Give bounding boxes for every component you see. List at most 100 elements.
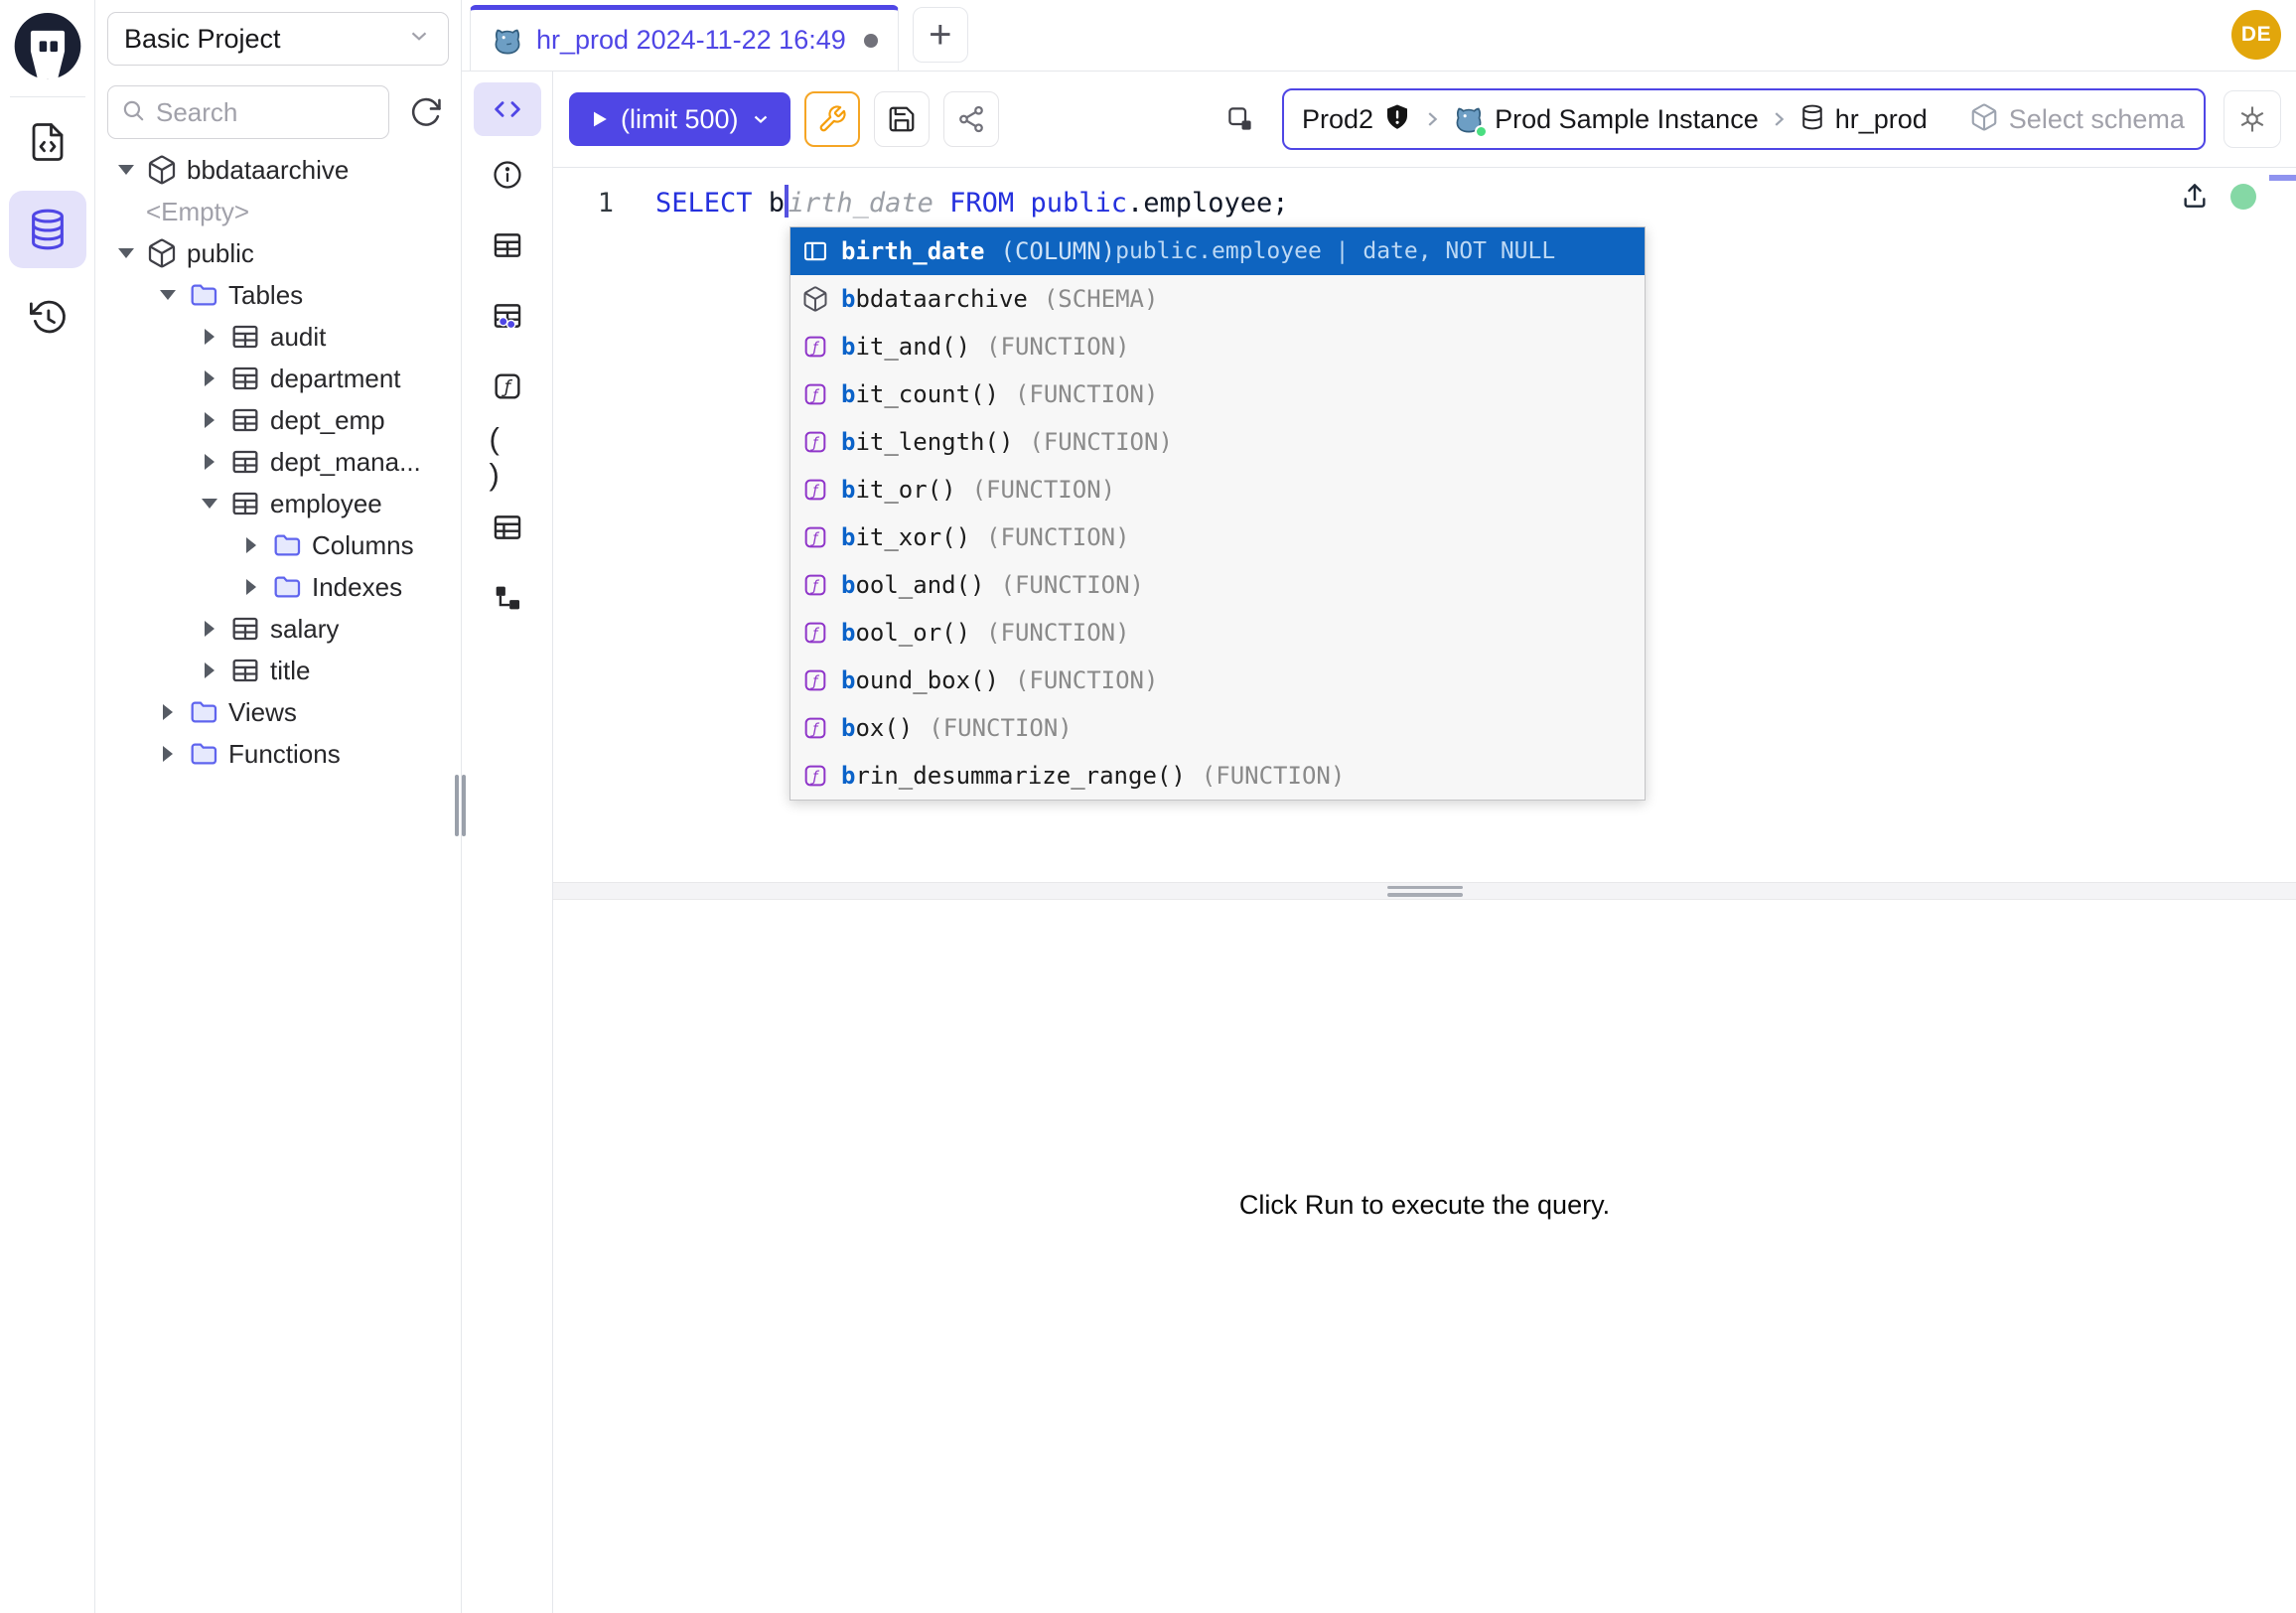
caret-down-icon[interactable] bbox=[115, 165, 137, 175]
chevron-down-icon[interactable] bbox=[749, 107, 773, 131]
tree-item-dept-emp[interactable]: dept_emp bbox=[95, 399, 461, 441]
suggestion-name: bound_box() bbox=[841, 666, 999, 694]
upload-icon[interactable] bbox=[2179, 180, 2211, 212]
tree-item-audit[interactable]: audit bbox=[95, 316, 461, 358]
results-panel: Click Run to execute the query. bbox=[553, 900, 2296, 1613]
suggestion-kind: (FUNCTION) bbox=[986, 333, 1130, 361]
suggestion-bit_length[interactable]: ƒ bit_length() (FUNCTION) bbox=[790, 418, 1645, 466]
results-resize-divider[interactable] bbox=[553, 882, 2296, 900]
caret-right-icon[interactable] bbox=[199, 621, 220, 637]
connection-button[interactable] bbox=[1213, 91, 1268, 147]
caret-right-icon[interactable] bbox=[157, 704, 179, 720]
suggestion-bool_and[interactable]: ƒbool_and()(FUNCTION) bbox=[790, 561, 1645, 609]
caret-right-icon[interactable] bbox=[240, 579, 262, 595]
suggestion-brin_desummarize_range[interactable]: ƒbrin_desummarize_range()(FUNCTION) bbox=[790, 752, 1645, 800]
box-icon bbox=[146, 154, 178, 186]
caret-down-icon[interactable] bbox=[157, 290, 179, 300]
caret-right-icon[interactable] bbox=[240, 537, 262, 553]
wrench-icon bbox=[817, 104, 847, 134]
resize-handle[interactable] bbox=[1387, 886, 1463, 897]
tree-item-indexes[interactable]: Indexes bbox=[95, 566, 461, 608]
database-nav-active[interactable] bbox=[9, 191, 86, 268]
share-button[interactable] bbox=[943, 91, 999, 147]
box-icon bbox=[800, 284, 830, 314]
caret-right-icon[interactable] bbox=[199, 329, 220, 345]
format-wrench-button[interactable] bbox=[804, 91, 860, 147]
tree-item-public[interactable]: public bbox=[95, 232, 461, 274]
run-button-label: (limit 500) bbox=[621, 104, 739, 135]
panel-resize-handle[interactable] bbox=[455, 775, 466, 836]
caret-down-icon[interactable] bbox=[199, 499, 220, 509]
tree-item-tables[interactable]: Tables bbox=[95, 274, 461, 316]
suggestion-kind: (FUNCTION) bbox=[986, 619, 1130, 647]
save-button[interactable] bbox=[874, 91, 930, 147]
sql-editor[interactable]: 1 SELECT birth_date FROM public.employee… bbox=[553, 168, 2296, 882]
tree-item-dept-mana-[interactable]: dept_mana... bbox=[95, 441, 461, 483]
caret-down-icon[interactable] bbox=[115, 248, 137, 258]
tree-item--empty-[interactable]: <Empty> bbox=[95, 191, 461, 232]
caret-right-icon[interactable] bbox=[199, 662, 220, 678]
suggestion-kind: (FUNCTION) bbox=[929, 714, 1073, 742]
svg-text:ƒ: ƒ bbox=[809, 768, 819, 785]
search-box[interactable] bbox=[107, 85, 389, 139]
suggestion-birth_date[interactable]: birth_date(COLUMN)public.employee | date… bbox=[790, 227, 1645, 275]
suggestion-bound_box[interactable]: ƒbound_box()(FUNCTION) bbox=[790, 657, 1645, 704]
tree-item-bbdataarchive[interactable]: bbdataarchive bbox=[95, 149, 461, 191]
tree-item-label: public bbox=[187, 238, 254, 269]
suggestion-bit_count[interactable]: ƒbit_count()(FUNCTION) bbox=[790, 370, 1645, 418]
results-placeholder: Click Run to execute the query. bbox=[1239, 1190, 1610, 1221]
shield-icon bbox=[1382, 102, 1412, 137]
tree-item-employee[interactable]: employee bbox=[95, 483, 461, 524]
function-icon: ƒ bbox=[800, 618, 830, 648]
tree-item-title[interactable]: title bbox=[95, 650, 461, 691]
info-icon[interactable] bbox=[490, 157, 525, 193]
table-icon[interactable] bbox=[490, 227, 525, 263]
refresh-icon[interactable] bbox=[403, 89, 449, 135]
tree-item-department[interactable]: department bbox=[95, 358, 461, 399]
suggestion-kind: (FUNCTION) bbox=[1029, 428, 1173, 456]
suggestion-bool_or[interactable]: ƒbool_or()(FUNCTION) bbox=[790, 609, 1645, 657]
tab-hr-prod[interactable]: hr_prod 2024-11-22 16:49 bbox=[470, 5, 899, 71]
tree-item-columns[interactable]: Columns bbox=[95, 524, 461, 566]
table-data-icon[interactable] bbox=[490, 298, 525, 334]
ai-assistant-button[interactable] bbox=[2224, 90, 2281, 148]
function-icon: ƒ bbox=[800, 713, 830, 743]
suggestion-bit_and[interactable]: ƒbit_and()(FUNCTION) bbox=[790, 323, 1645, 370]
project-select[interactable]: Basic Project bbox=[107, 12, 449, 66]
suggestion-bbdataarchive[interactable]: bbdataarchive(SCHEMA) bbox=[790, 275, 1645, 323]
caret-right-icon[interactable] bbox=[199, 412, 220, 428]
new-tab-button[interactable]: + bbox=[913, 7, 968, 63]
tree-item-salary[interactable]: salary bbox=[95, 608, 461, 650]
procedure-parens-icon[interactable]: ( ) bbox=[490, 439, 525, 475]
avatar[interactable]: DE bbox=[2231, 10, 2281, 60]
caret-right-icon[interactable] bbox=[157, 746, 179, 762]
share-icon bbox=[956, 104, 986, 134]
bytebase-logo-icon[interactable] bbox=[8, 8, 87, 87]
function-icon[interactable]: ƒ bbox=[490, 368, 525, 404]
svg-text:ƒ: ƒ bbox=[501, 378, 512, 398]
breadcrumb-left[interactable]: Prod2 Prod Sample Instance bbox=[1284, 90, 1945, 148]
external-table-icon[interactable] bbox=[490, 510, 525, 545]
folder-icon bbox=[271, 571, 303, 603]
sql-editor-tab-active[interactable] bbox=[474, 82, 541, 136]
table-icon bbox=[229, 404, 261, 436]
tree-item-functions[interactable]: Functions bbox=[95, 733, 461, 775]
caret-right-icon[interactable] bbox=[199, 454, 220, 470]
suggestion-name: bit_length() bbox=[841, 428, 1013, 456]
tree-item-views[interactable]: Views bbox=[95, 691, 461, 733]
suggestion-bit_xor[interactable]: ƒbit_xor()(FUNCTION) bbox=[790, 513, 1645, 561]
suggestion-kind: (FUNCTION) bbox=[972, 476, 1116, 504]
select-schema-button[interactable]: Select schema bbox=[1945, 90, 2206, 148]
table-icon bbox=[229, 613, 261, 645]
suggestion-box[interactable]: ƒbox()(FUNCTION) bbox=[790, 704, 1645, 752]
worksheet-code-icon[interactable] bbox=[27, 121, 69, 163]
run-button[interactable]: (limit 500) bbox=[569, 92, 790, 146]
overview-ruler-mark bbox=[2269, 175, 2296, 181]
svg-text:ƒ: ƒ bbox=[809, 434, 819, 451]
schema-diagram-icon[interactable] bbox=[490, 580, 525, 616]
svg-text:ƒ: ƒ bbox=[809, 672, 819, 689]
caret-right-icon[interactable] bbox=[199, 370, 220, 386]
search-input[interactable] bbox=[156, 97, 376, 128]
suggestion-bit_or[interactable]: ƒbit_or()(FUNCTION) bbox=[790, 466, 1645, 513]
history-icon[interactable] bbox=[27, 296, 69, 338]
